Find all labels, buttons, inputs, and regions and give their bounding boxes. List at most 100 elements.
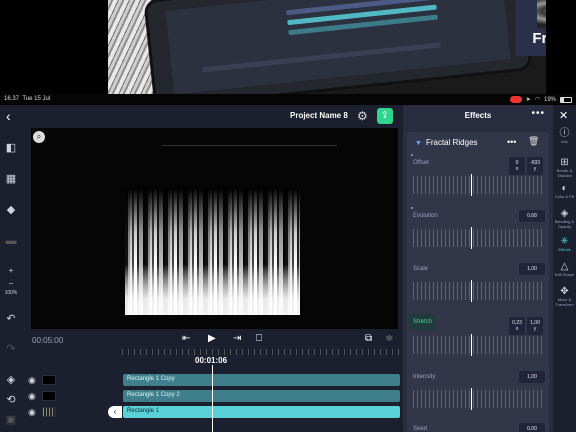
- fill-icon: ◐: [561, 183, 568, 194]
- redo-icon[interactable]: ↷: [4, 342, 18, 356]
- battery-text: 19%: [543, 96, 556, 103]
- slider-indicator[interactable]: [471, 280, 472, 302]
- param-slider[interactable]: [413, 282, 543, 300]
- grid-icon[interactable]: ▦: [4, 172, 18, 186]
- close-icon[interactable]: ✕: [559, 109, 568, 122]
- effect-name[interactable]: ▼ Fractal Ridges: [415, 138, 478, 147]
- top-bar: ‹ Project Name 8 ⚙ ⇪: [0, 105, 403, 127]
- jump-start-button[interactable]: ⇤: [182, 333, 190, 344]
- param-label: Seed: [413, 426, 428, 432]
- tab-move-transform[interactable]: ✥ Move & Transform: [553, 286, 576, 307]
- more-options-icon[interactable]: •••: [531, 108, 545, 119]
- info-icon: ⓘ: [559, 128, 570, 139]
- effects-header: Effects •••: [403, 105, 553, 127]
- wifi-icon: ◠: [534, 97, 540, 103]
- param-stretch: Stretch 0,23 x 1,00 y: [407, 314, 549, 366]
- param-label: Offset: [413, 160, 429, 166]
- left-toolbar: ◧ ▦ ◆ ▬ + 100% − ↶ ↷ ◈ ⟲ ▣: [0, 127, 22, 432]
- border-icon: ⊞: [560, 157, 569, 168]
- timeline-ruler[interactable]: [122, 349, 403, 355]
- jump-end-button[interactable]: ⇥: [233, 333, 241, 344]
- play-button[interactable]: ▶: [208, 333, 216, 344]
- undo-icon[interactable]: ↶: [4, 312, 18, 326]
- background-photo: Fractal Ridges: [108, 0, 546, 94]
- param-label: Stretch: [409, 314, 437, 330]
- playback-bar: 00:05:00 ⇤ ▶ ⇥ ⎕ ⧉ ≑: [22, 329, 403, 349]
- param-label: Evolution: [413, 213, 438, 219]
- tab-border-shadow[interactable]: ⊞ Border & Shadow: [553, 157, 576, 178]
- slider-indicator[interactable]: [471, 174, 472, 196]
- keyframe-icon[interactable]: ◈: [4, 373, 18, 387]
- track-clip[interactable]: Rectangle 1 Copy 2: [123, 390, 400, 402]
- eye-icon[interactable]: ◉: [28, 407, 36, 418]
- chevron-down-icon: ▼: [415, 140, 422, 147]
- track-clip-selected[interactable]: Rectangle 1: [123, 406, 400, 418]
- group-icon[interactable]: ▣: [4, 413, 18, 427]
- tab-color-fill[interactable]: ◐ Color & Fill: [553, 183, 576, 199]
- camera-icon[interactable]: ▬: [4, 234, 18, 248]
- export-button[interactable]: ⇪: [377, 108, 393, 124]
- slider-indicator[interactable]: [471, 388, 472, 410]
- split-icon[interactable]: ≑: [385, 333, 393, 344]
- aspect-ratio-icon[interactable]: ◧: [4, 141, 18, 155]
- param-evolution: Evolution 0,68: [407, 207, 549, 259]
- back-button[interactable]: ‹: [6, 108, 11, 124]
- preview-thumbnail: [537, 0, 546, 28]
- inspector-tabs: ✕ ⓘ Info ⊞ Border & Shadow ◐ Color & Fil…: [553, 105, 576, 432]
- zoom-out-button[interactable]: −: [4, 277, 18, 291]
- canvas-guide: [162, 145, 337, 146]
- effects-panel: Effects ••• ▼ Fractal Ridges ••• 🗑 Offset…: [403, 105, 553, 432]
- app-window: ‹ Project Name 8 ⚙ ⇪ ◧ ▦ ◆ ▬ + 100% − ↶ …: [0, 105, 576, 432]
- param-stretch-y[interactable]: 1,00 y: [527, 317, 543, 335]
- loop-icon[interactable]: ⧉: [365, 333, 372, 344]
- param-seed: Seed 0,00: [407, 420, 549, 432]
- magnifier-icon[interactable]: ⌕: [33, 131, 45, 143]
- tab-blending-opacity[interactable]: ◈ Blending & Opacity: [553, 208, 576, 229]
- link-icon[interactable]: ⟲: [4, 393, 18, 407]
- param-slider[interactable]: [413, 390, 543, 408]
- param-value[interactable]: 1,00: [519, 371, 545, 383]
- blending-icon: ◈: [560, 208, 569, 219]
- zoom-level: 100%: [4, 290, 18, 296]
- slider-indicator[interactable]: [471, 334, 472, 356]
- eye-icon[interactable]: ◉: [28, 375, 36, 386]
- preview-title: Fractal Ridges: [532, 30, 546, 47]
- param-scale: Scale 1,00: [407, 260, 549, 312]
- param-value[interactable]: 0,68: [519, 210, 545, 222]
- tab-effects[interactable]: ✳ Effects: [553, 236, 576, 252]
- effect-more-icon[interactable]: •••: [507, 137, 516, 147]
- param-slider[interactable]: [413, 176, 543, 194]
- param-intensity: Intensity 1,00: [407, 368, 549, 420]
- move-icon: ✥: [560, 286, 569, 297]
- param-offset-x[interactable]: 0x: [509, 157, 525, 175]
- param-value[interactable]: 1,00: [519, 263, 545, 275]
- tab-info[interactable]: ⓘ Info: [553, 128, 576, 144]
- track-thumbnail: [42, 391, 56, 401]
- slider-indicator[interactable]: [471, 227, 472, 249]
- tab-edit-shape[interactable]: △ Edit Shape: [553, 261, 576, 277]
- playhead[interactable]: [212, 365, 213, 432]
- param-stretch-x[interactable]: 0,23 x: [509, 317, 525, 335]
- location-icon: ➤: [525, 97, 531, 103]
- param-slider[interactable]: [413, 229, 543, 247]
- collapse-chevron-icon[interactable]: ‹: [108, 406, 122, 418]
- param-value[interactable]: 0,00: [519, 423, 545, 432]
- track-clip[interactable]: Rectangle 1 Copy: [123, 374, 400, 386]
- recording-icon: [509, 96, 522, 103]
- layers-icon[interactable]: ◆: [4, 203, 18, 217]
- zoom-in-button[interactable]: +: [4, 264, 18, 278]
- effect-card: ▼ Fractal Ridges ••• 🗑 Offset 0x -693 y Ev…: [407, 132, 549, 432]
- fractal-render[interactable]: [125, 188, 300, 315]
- bookmark-icon[interactable]: ⎕: [256, 333, 262, 344]
- eye-icon[interactable]: ◉: [28, 391, 36, 402]
- battery-icon: [560, 96, 572, 103]
- trash-icon[interactable]: 🗑: [528, 136, 539, 147]
- param-slider[interactable]: [413, 336, 543, 354]
- screen: Fractal Ridges 16.37 Tue 15 Jul ➤ ◠ 19% …: [0, 0, 576, 432]
- preview-canvas[interactable]: ⌕: [31, 128, 398, 329]
- settings-gear-icon[interactable]: ⚙: [357, 109, 368, 123]
- track-thumbnail: [42, 407, 56, 417]
- status-time: 16.37 Tue 15 Jul: [4, 96, 51, 102]
- param-offset-y[interactable]: -693 y: [527, 157, 543, 175]
- project-title[interactable]: Project Name 8: [290, 111, 348, 120]
